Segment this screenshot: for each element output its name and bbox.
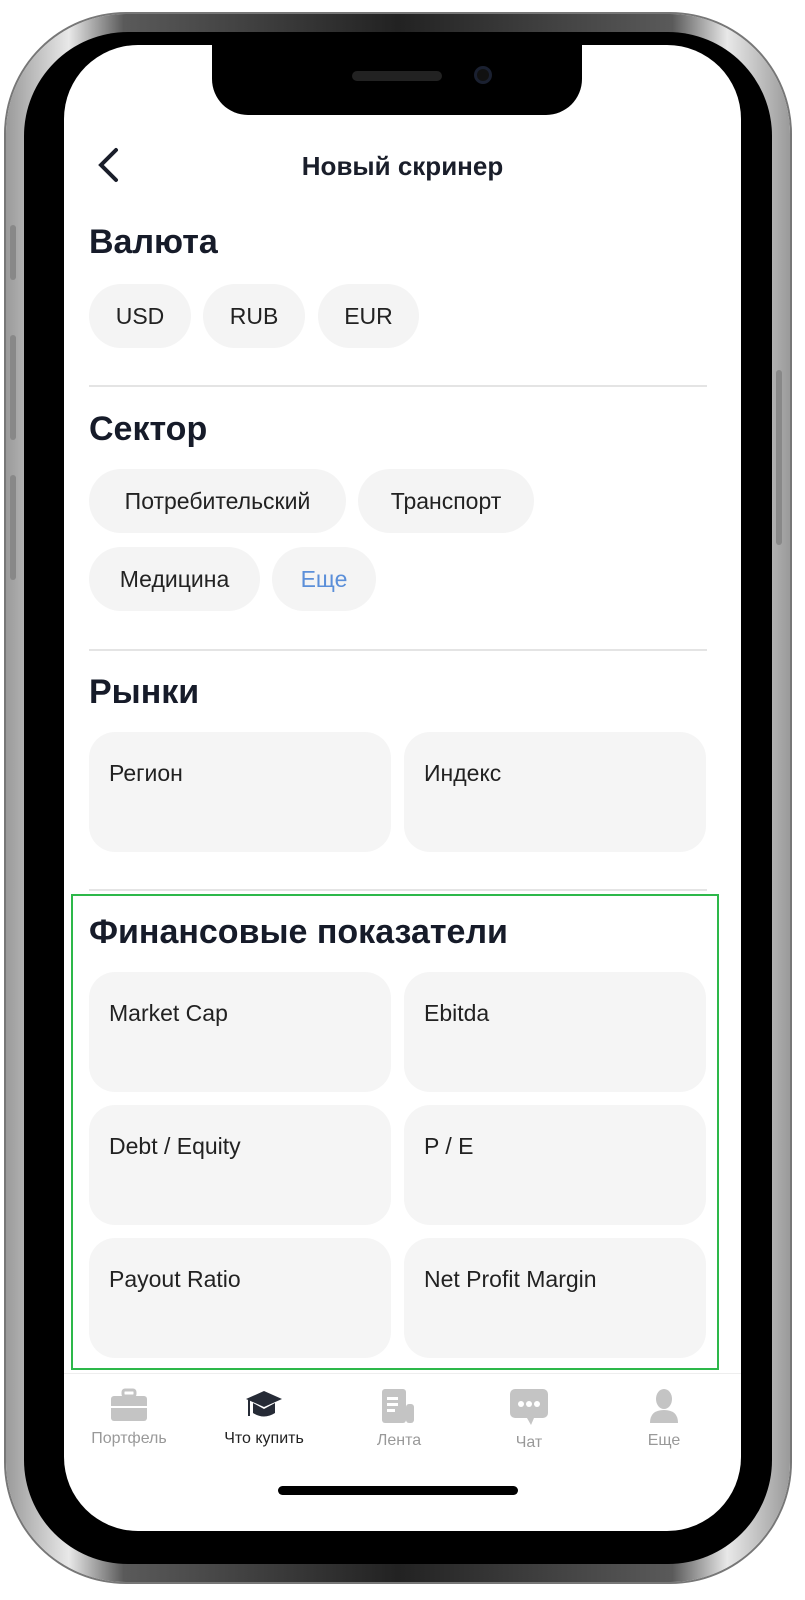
card-payout-ratio[interactable]: Payout Ratio bbox=[89, 1238, 391, 1358]
divider bbox=[89, 649, 707, 651]
card-net-profit-margin[interactable]: Net Profit Margin bbox=[404, 1238, 706, 1358]
tab-more[interactable]: Еще bbox=[599, 1388, 729, 1450]
chat-icon bbox=[510, 1389, 548, 1425]
tab-bar: Портфель Что купить Лента Чат Еще bbox=[64, 1373, 741, 1473]
screen: Новый скринер Валюта USD RUB EUR Сектор … bbox=[64, 45, 741, 1531]
tab-portfolio[interactable]: Портфель bbox=[64, 1388, 194, 1448]
card-pe[interactable]: P / E bbox=[404, 1105, 706, 1225]
briefcase-icon bbox=[111, 1388, 147, 1421]
card-index[interactable]: Индекс bbox=[404, 732, 706, 852]
tab-label: Лента bbox=[376, 1432, 422, 1449]
tab-what-to-buy[interactable]: Что купить bbox=[199, 1388, 329, 1448]
home-indicator[interactable] bbox=[278, 1486, 518, 1495]
card-debt-equity[interactable]: Debt / Equity bbox=[89, 1105, 391, 1225]
section-title-currency: Валюта bbox=[89, 223, 218, 261]
tab-label: Что купить bbox=[224, 1430, 304, 1447]
tab-label: Чат bbox=[515, 1434, 543, 1451]
volume-up-button bbox=[10, 335, 16, 440]
tab-label: Еще bbox=[647, 1432, 681, 1449]
chip-usd[interactable]: USD bbox=[89, 284, 191, 348]
chip-consumer[interactable]: Потребительский bbox=[89, 469, 346, 533]
mute-switch bbox=[10, 225, 16, 280]
tab-label: Портфель bbox=[91, 1430, 167, 1447]
notch bbox=[212, 45, 582, 115]
card-market-cap[interactable]: Market Cap bbox=[89, 972, 391, 1092]
section-title-sector: Сектор bbox=[89, 410, 208, 448]
chip-rub[interactable]: RUB bbox=[203, 284, 305, 348]
power-button bbox=[776, 370, 782, 545]
section-title-financials: Финансовые показатели bbox=[89, 913, 508, 951]
news-icon bbox=[382, 1389, 414, 1423]
divider bbox=[89, 385, 707, 387]
divider bbox=[89, 889, 707, 891]
graduation-cap-icon bbox=[246, 1391, 282, 1417]
chip-eur[interactable]: EUR bbox=[318, 284, 419, 348]
chip-transport[interactable]: Транспорт bbox=[358, 469, 534, 533]
chip-medicine[interactable]: Медицина bbox=[89, 547, 260, 611]
tab-chat[interactable]: Чат bbox=[464, 1388, 594, 1452]
section-title-markets: Рынки bbox=[89, 673, 200, 711]
volume-down-button bbox=[10, 475, 16, 580]
card-region[interactable]: Регион bbox=[89, 732, 391, 852]
user-icon bbox=[650, 1389, 678, 1423]
card-ebitda[interactable]: Ebitda bbox=[404, 972, 706, 1092]
page-title: Новый скринер bbox=[301, 151, 504, 181]
tab-feed[interactable]: Лента bbox=[334, 1388, 464, 1450]
more-sectors-button[interactable]: Еще bbox=[272, 547, 376, 611]
